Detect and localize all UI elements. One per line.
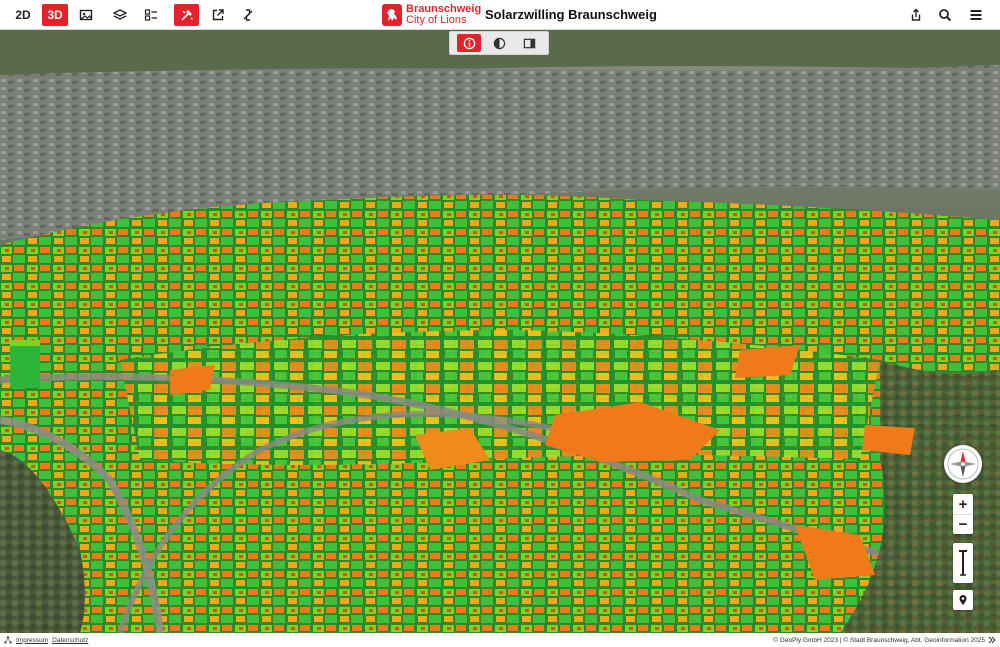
layers-button[interactable] (108, 4, 132, 26)
shadow-icon (493, 37, 505, 49)
view-2d-button[interactable]: 2D (11, 4, 35, 26)
share-button[interactable] (904, 4, 928, 26)
solar-tool-icon (180, 10, 193, 21)
info-icon (463, 37, 475, 49)
privacy-link[interactable]: Datenschutz (52, 637, 88, 644)
map-mode-toolbar (449, 31, 549, 55)
top-bar: 2D 3D Braunschweig City of Lions Solarzw… (0, 0, 1000, 30)
app-title: Solarzwilling Braunschweig (485, 7, 657, 22)
solar-tool-button[interactable] (174, 4, 199, 26)
info-mode-button[interactable] (457, 34, 481, 52)
lion-icon (382, 4, 402, 26)
share-arrows-button[interactable] (236, 4, 260, 26)
tilt-control[interactable] (953, 543, 973, 583)
image-icon (79, 9, 93, 21)
layers-icon (113, 9, 127, 20)
copyright-credits: © GeoPly GmbH 2023 | © Stadt Braunschwei… (773, 636, 985, 644)
split-view-button[interactable] (517, 34, 541, 52)
map-3d-view[interactable] (0, 30, 1000, 633)
city-3d-render (0, 30, 1000, 633)
locate-button[interactable] (953, 590, 973, 610)
menu-icon (970, 10, 982, 20)
external-link-icon (212, 9, 224, 21)
image-button[interactable] (74, 4, 98, 26)
zoom-control: + − (953, 494, 973, 534)
network-icon (4, 636, 12, 644)
legend-button[interactable] (139, 4, 163, 26)
zoom-in-button[interactable]: + (953, 494, 973, 514)
expand-icon[interactable] (988, 636, 996, 644)
menu-button[interactable] (964, 4, 988, 26)
zoom-out-button[interactable]: − (953, 514, 973, 534)
tilt-slider-icon (959, 550, 967, 576)
search-button[interactable] (933, 4, 957, 26)
location-pin-icon (959, 595, 967, 605)
imprint-link[interactable]: Impressum (16, 637, 48, 644)
shadow-mode-button[interactable] (487, 34, 511, 52)
share-icon (911, 8, 921, 21)
view-3d-button[interactable]: 3D (42, 4, 68, 26)
brand-subtitle: City of Lions (406, 14, 467, 26)
footer-bar: Impressum Datenschutz © GeoPly GmbH 2023… (0, 633, 1000, 647)
brand-logo[interactable]: Braunschweig City of Lions (382, 3, 481, 27)
compass-icon (947, 448, 979, 480)
compass-control[interactable] (944, 445, 982, 483)
external-link-button[interactable] (206, 4, 230, 26)
legend-icon (144, 9, 157, 21)
split-view-icon (523, 38, 535, 48)
search-icon (939, 9, 952, 22)
share-arrows-icon (243, 9, 253, 21)
